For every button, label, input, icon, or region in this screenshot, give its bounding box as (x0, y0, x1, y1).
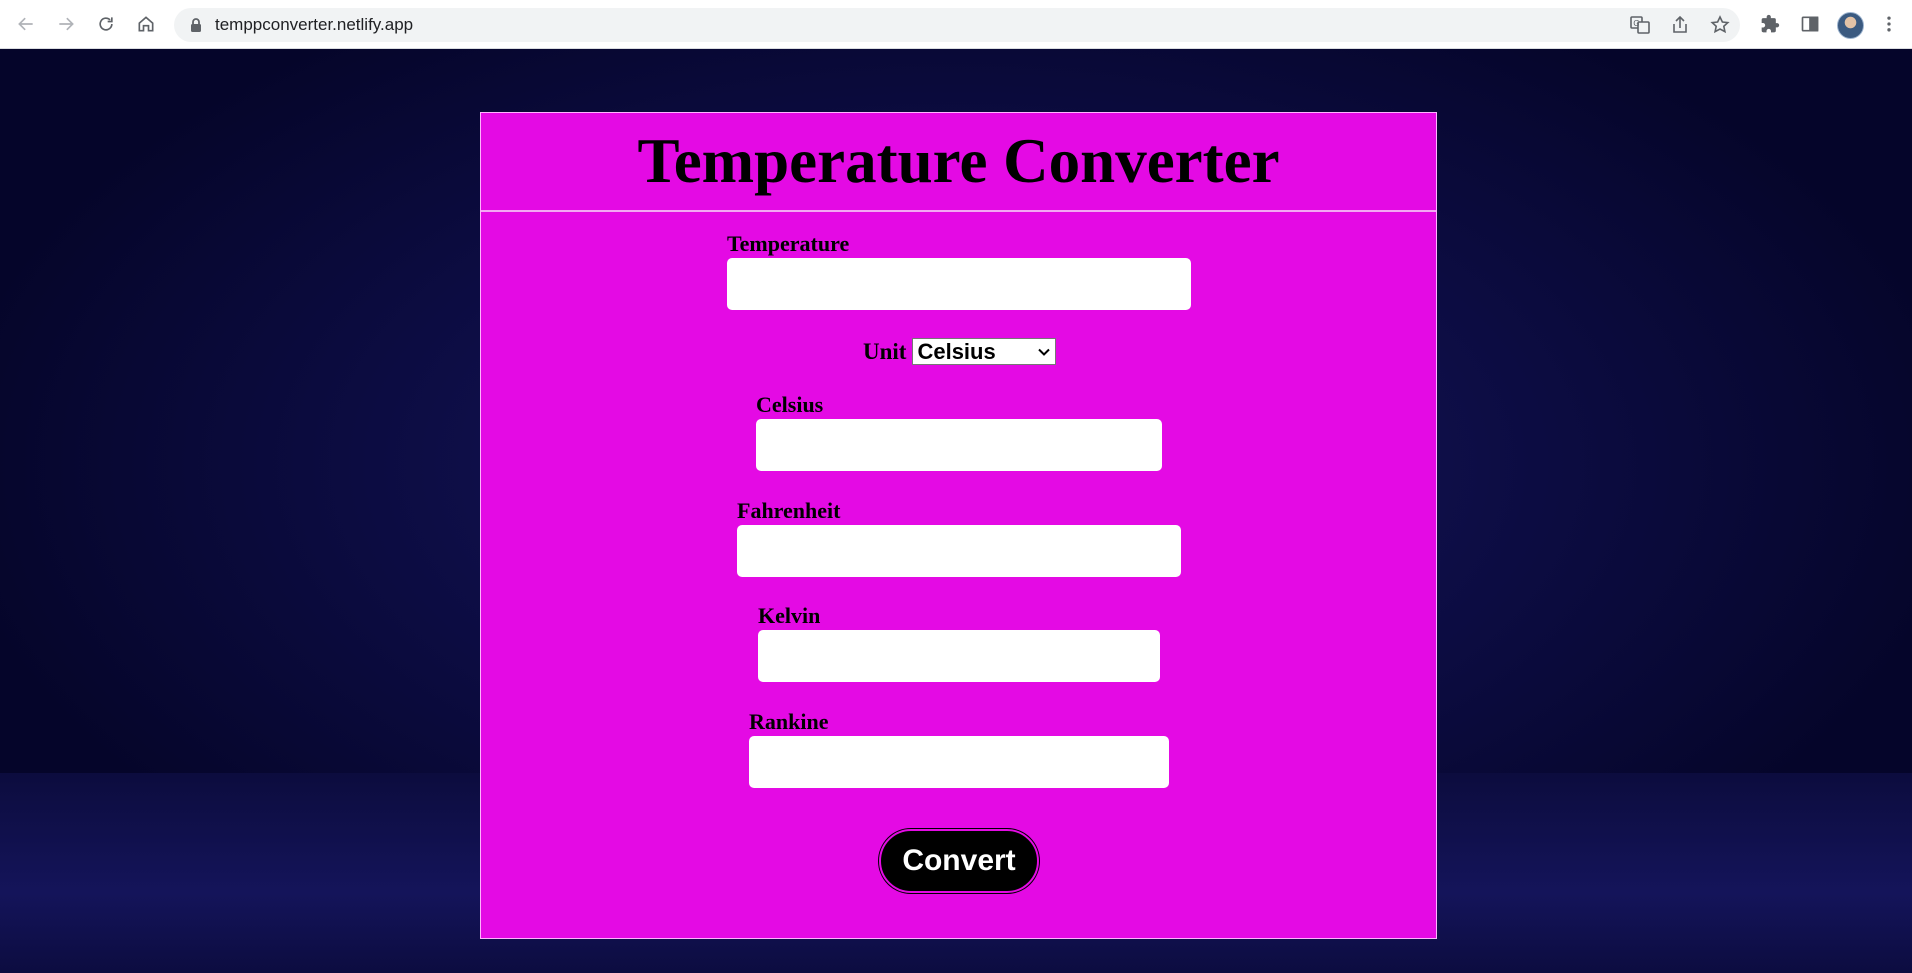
celsius-input[interactable] (756, 419, 1162, 471)
svg-text:G: G (1633, 19, 1639, 28)
url-text[interactable]: temppconverter.netlify.app (215, 15, 413, 35)
address-bar[interactable]: temppconverter.netlify.app G (174, 8, 1740, 42)
profile-avatar[interactable] (1837, 12, 1864, 39)
home-icon[interactable] (132, 10, 160, 38)
kelvin-label: Kelvin (758, 603, 821, 628)
translate-icon[interactable]: G (1630, 15, 1650, 35)
convert-button[interactable]: Convert (879, 829, 1039, 893)
celsius-label: Celsius (756, 392, 824, 417)
side-panel-icon[interactable] (1798, 12, 1822, 36)
page-title: Temperature Converter (637, 126, 1280, 196)
card-header: Temperature Converter (481, 113, 1436, 212)
browser-toolbar: temppconverter.netlify.app G (0, 0, 1912, 49)
more-menu-icon[interactable] (1877, 12, 1901, 36)
fahrenheit-input[interactable] (737, 525, 1181, 577)
back-icon[interactable] (12, 10, 40, 38)
reload-icon[interactable] (92, 10, 120, 38)
extensions-icon[interactable] (1758, 12, 1782, 36)
unit-label: Unit (863, 338, 907, 364)
bookmark-star-icon[interactable] (1710, 15, 1730, 35)
lock-icon (191, 18, 201, 32)
rankine-label: Rankine (749, 709, 829, 734)
kelvin-input[interactable] (758, 630, 1160, 682)
chevron-down-icon (1038, 348, 1051, 356)
unit-select-value: Celsius (917, 338, 996, 364)
share-icon[interactable] (1670, 15, 1690, 35)
converter-card: Temperature Converter Temperature Unit C… (480, 112, 1437, 939)
fahrenheit-label: Fahrenheit (737, 498, 841, 523)
forward-icon[interactable] (52, 10, 80, 38)
unit-row: Unit Celsius (863, 338, 1057, 365)
rankine-input[interactable] (749, 736, 1169, 788)
temperature-label: Temperature (727, 231, 850, 256)
unit-select[interactable]: Celsius (912, 338, 1057, 365)
temperature-input[interactable] (727, 258, 1191, 310)
